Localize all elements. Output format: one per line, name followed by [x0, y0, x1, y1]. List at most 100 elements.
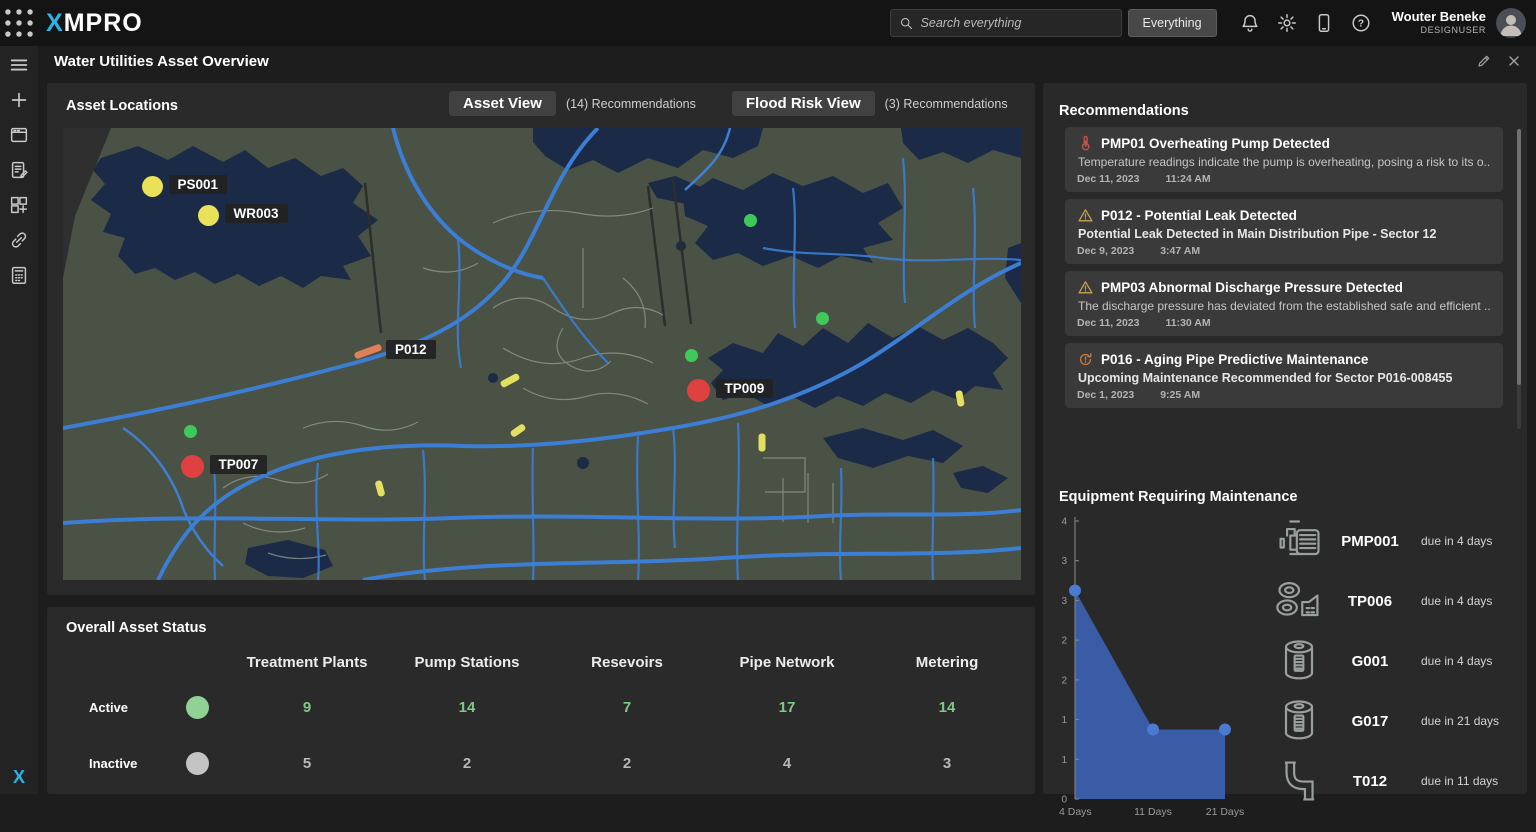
asset-map[interactable]: PS001 WR003 P012 TP009 TP007 [63, 128, 1021, 580]
column-header: Metering [867, 645, 1027, 679]
add-icon[interactable] [8, 89, 30, 111]
column-header: Pipe Network [707, 645, 867, 679]
status-value: 5 [227, 735, 387, 791]
equipment-id: G017 [1327, 713, 1413, 730]
recommendation-card[interactable]: PMP01 Overheating Pump Detected Temperatu… [1065, 127, 1503, 192]
apps-grid-icon[interactable] [0, 4, 38, 42]
tab-asset-view-meta: (14) Recommendations [566, 97, 696, 111]
recommendation-title: P016 - Aging Pipe Predictive Maintenance [1101, 352, 1368, 367]
map-sensor-marker[interactable] [685, 349, 698, 362]
table-corner [167, 645, 227, 679]
topbar-icons: ? [1239, 12, 1372, 34]
close-icon[interactable] [1506, 53, 1522, 69]
svg-text:4: 4 [1061, 517, 1067, 528]
page-title: Water Utilities Asset Overview [54, 53, 269, 70]
equipment-id: PMP001 [1327, 533, 1413, 550]
status-dot [186, 696, 209, 719]
map-marker-ps001[interactable] [142, 176, 163, 197]
notifications-icon[interactable] [1239, 12, 1261, 34]
equipment-due: due in 4 days [1421, 594, 1492, 608]
asset-locations-title: Asset Locations [66, 98, 178, 114]
map-label-ps001[interactable]: PS001 [169, 175, 228, 194]
menu-icon[interactable] [8, 54, 30, 76]
map-sensor-marker[interactable] [184, 425, 197, 438]
warning-triangle-icon [1077, 207, 1094, 224]
recommendation-description: Upcoming Maintenance Recommended for Sec… [1077, 371, 1491, 385]
status-dot-cell [167, 735, 227, 791]
search-scope-button[interactable]: Everything [1128, 9, 1217, 37]
status-value: 9 [227, 679, 387, 735]
search-box[interactable] [890, 9, 1122, 37]
user-name: Wouter Beneke [1392, 10, 1486, 25]
map-pipe-segment[interactable] [759, 433, 766, 451]
equipment-list: PMP001due in 4 days TP006 due in 4 days G00… [1271, 511, 1521, 811]
svg-text:3: 3 [1061, 556, 1067, 567]
recommendation-card[interactable]: PMP03 Abnormal Discharge Pressure Detect… [1065, 271, 1503, 336]
overall-asset-status-panel: Overall Asset Status Treatment PlantsPum… [47, 607, 1035, 794]
map-segment-p012[interactable] [354, 343, 383, 359]
recommendation-title: PMP01 Overheating Pump Detected [1101, 136, 1330, 151]
tab-flood-risk-view[interactable]: Flood Risk View [732, 91, 875, 116]
form-icon[interactable] [8, 159, 30, 181]
generator-icon [1271, 695, 1327, 747]
right-panel: Recommendations PMP01 Overheating Pump D… [1043, 83, 1527, 794]
avatar[interactable] [1496, 8, 1526, 38]
user-block[interactable]: Wouter Beneke DESIGNUSER [1392, 10, 1486, 35]
generator-icon [1271, 635, 1327, 687]
mobile-icon[interactable] [1313, 12, 1335, 34]
blocks-icon[interactable] [8, 194, 30, 216]
equipment-id: T012 [1327, 773, 1413, 790]
help-icon[interactable]: ? [1350, 12, 1372, 34]
column-header: Pump Stations [387, 645, 547, 679]
equipment-id: G001 [1327, 653, 1413, 670]
map-label-wr003[interactable]: WR003 [225, 204, 288, 223]
window-icon[interactable] [8, 124, 30, 146]
settings-icon[interactable] [1276, 12, 1298, 34]
recommendation-title: P012 - Potential Leak Detected [1101, 208, 1297, 223]
svg-text:11 Days: 11 Days [1134, 806, 1172, 818]
recommendation-card[interactable]: P016 - Aging Pipe Predictive Maintenance… [1065, 343, 1503, 408]
svg-text:2: 2 [1061, 675, 1067, 686]
pump-icon [1271, 515, 1327, 567]
recommendation-card[interactable]: P012 - Potential Leak DetectedPotential … [1065, 199, 1503, 264]
status-value: 2 [547, 735, 707, 791]
edit-icon[interactable] [1476, 53, 1492, 69]
map-pipe-segment[interactable] [375, 479, 386, 496]
map-label-tp007[interactable]: TP007 [210, 455, 268, 474]
equipment-id: TP006 [1327, 593, 1413, 610]
map-marker-tp009[interactable] [687, 379, 710, 402]
equipment-row: T012due in 11 days [1271, 751, 1521, 811]
map-pipe-segment[interactable] [500, 372, 521, 388]
recommendation-description: Temperature readings indicate the pump i… [1077, 155, 1491, 169]
status-dot-cell [167, 679, 227, 735]
tab-flood-risk-view-meta: (3) Recommendations [885, 97, 1008, 111]
treatment-plant-icon [1271, 575, 1327, 627]
search-input[interactable] [921, 16, 1113, 30]
equipment-row: G001due in 4 days [1271, 631, 1521, 691]
map-label-tp009[interactable]: TP009 [716, 379, 774, 398]
map-sensor-marker[interactable] [816, 312, 829, 325]
map-pipe-segment[interactable] [509, 423, 526, 438]
view-tabs: Asset View (14) Recommendations Flood Ri… [449, 91, 1034, 116]
recommendation-description: The discharge pressure has deviated from… [1077, 299, 1491, 313]
status-value: 3 [867, 735, 1027, 791]
link-icon[interactable] [8, 229, 30, 251]
map-pipe-segment[interactable] [955, 390, 965, 407]
map-label-p012[interactable]: P012 [386, 340, 436, 359]
map-marker-tp007[interactable] [181, 455, 204, 478]
calculator-icon[interactable] [8, 264, 30, 286]
recommendation-timestamp: Dec 1, 20239:25 AM [1077, 389, 1491, 401]
equipment-due: due in 21 days [1421, 714, 1499, 728]
recommendations-scrollbar[interactable] [1517, 129, 1521, 429]
status-value: 4 [707, 735, 867, 791]
column-header: Resevoirs [547, 645, 707, 679]
equipment-row: PMP001due in 4 days [1271, 511, 1521, 571]
tab-asset-view[interactable]: Asset View [449, 91, 556, 116]
status-value: 17 [707, 679, 867, 735]
map-sensor-marker[interactable] [744, 214, 757, 227]
svg-text:3: 3 [1061, 596, 1067, 607]
map-marker-wr003[interactable] [198, 205, 219, 226]
equipment-row: G017 due in 21 days [1271, 691, 1521, 751]
maintenance-chart: 433221104 Days11 Days21 Days [1049, 507, 1249, 832]
svg-text:1: 1 [1061, 755, 1067, 766]
